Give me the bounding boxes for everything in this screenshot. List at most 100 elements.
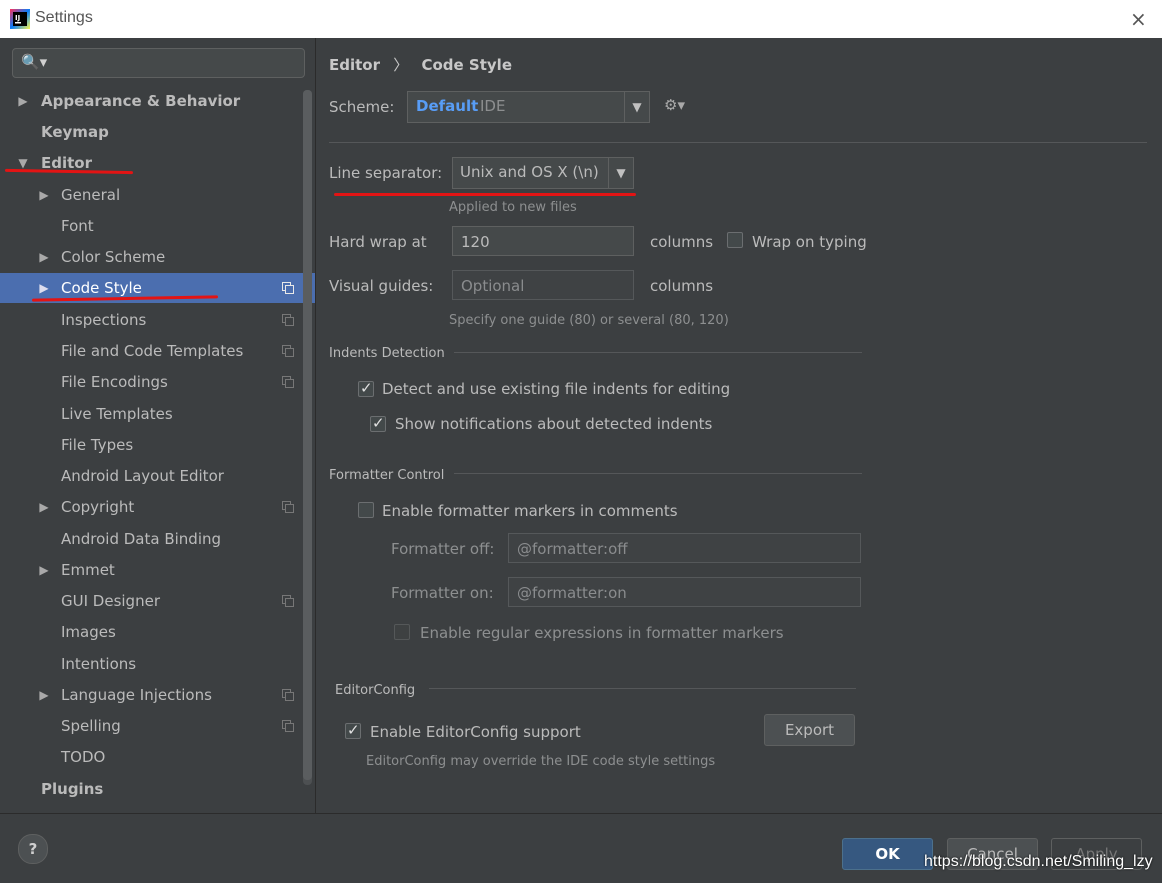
- visual-guides-input[interactable]: Optional: [452, 270, 634, 300]
- formatter-on-input[interactable]: @formatter:on: [508, 577, 861, 607]
- formatter-off-input[interactable]: @formatter:off: [508, 533, 861, 563]
- search-input[interactable]: 🔍▾: [12, 48, 305, 78]
- tree-item-plugins[interactable]: Plugins: [0, 774, 302, 804]
- visual-guides-label: Visual guides:: [329, 277, 434, 295]
- tree-item-color-scheme[interactable]: ▶ Color Scheme: [0, 242, 302, 272]
- tree-item-intentions[interactable]: Intentions: [0, 649, 302, 679]
- tree-item-file-encodings[interactable]: File Encodings: [0, 367, 302, 397]
- line-separator-label: Line separator:: [329, 164, 443, 182]
- enable-formatter-markers-checkbox[interactable]: [358, 502, 374, 518]
- breadcrumb-editor[interactable]: Editor: [329, 56, 380, 74]
- search-icon: 🔍▾: [21, 53, 48, 71]
- project-scope-icon: [282, 720, 294, 732]
- show-notifications-label[interactable]: Show notifications about detected indent…: [395, 415, 712, 433]
- scheme-dropdown[interactable]: Default IDE ▼: [407, 91, 650, 123]
- visual-guides-hint: Specify one guide (80) or several (80, 1…: [449, 313, 729, 328]
- tree-item-images[interactable]: Images: [0, 617, 302, 647]
- tree-item-language-injections[interactable]: ▶ Language Injections: [0, 680, 302, 710]
- editorconfig-title: EditorConfig: [335, 683, 416, 698]
- hard-wrap-unit: columns: [650, 233, 714, 251]
- project-scope-icon: [282, 595, 294, 607]
- tree-item-label: Keymap: [41, 123, 109, 141]
- breadcrumb-separator: 〉: [393, 56, 409, 74]
- tree-item-label: Font: [61, 217, 94, 235]
- project-scope-icon: [282, 376, 294, 388]
- editorconfig-hint: EditorConfig may override the IDE code s…: [366, 754, 716, 769]
- ok-button[interactable]: OK: [842, 838, 933, 870]
- collapse-arrow-icon[interactable]: ▼: [16, 148, 30, 178]
- expand-arrow-icon[interactable]: ▶: [37, 680, 51, 710]
- tree-item-android-layout-editor[interactable]: Android Layout Editor: [0, 461, 302, 491]
- scheme-tag: IDE: [480, 97, 506, 115]
- annotation-underline-line-separator: [334, 193, 636, 196]
- divider: [329, 142, 1147, 143]
- tree-item-label: Intentions: [61, 655, 137, 673]
- tree-item-label: GUI Designer: [61, 592, 160, 610]
- scheme-label: Scheme:: [329, 98, 395, 116]
- detect-indents-label[interactable]: Detect and use existing file indents for…: [382, 380, 730, 398]
- tree-item-file-code-templates[interactable]: File and Code Templates: [0, 336, 302, 366]
- section-divider: [454, 473, 862, 474]
- tree-item-inspections[interactable]: Inspections: [0, 305, 302, 335]
- project-scope-icon: [282, 314, 294, 326]
- indents-detection-title: Indents Detection: [329, 346, 445, 361]
- tree-item-label: Android Data Binding: [61, 530, 222, 548]
- window-title: Settings: [35, 9, 93, 26]
- gear-icon[interactable]: ⚙▾: [664, 96, 685, 114]
- visual-guides-unit: columns: [650, 277, 714, 295]
- enable-formatter-markers-label[interactable]: Enable formatter markers in comments: [382, 502, 678, 520]
- wrap-on-typing-checkbox[interactable]: [727, 232, 743, 248]
- tree-item-editor[interactable]: ▼ Editor: [0, 148, 302, 178]
- detect-indents-checkbox[interactable]: [358, 379, 374, 397]
- show-notifications-checkbox[interactable]: [370, 414, 386, 432]
- tree-item-label: Language Injections: [61, 686, 212, 704]
- tree-item-android-data-binding[interactable]: Android Data Binding: [0, 524, 302, 554]
- tree-item-todo[interactable]: TODO: [0, 742, 302, 772]
- hard-wrap-label: Hard wrap at: [329, 233, 427, 251]
- export-button[interactable]: Export: [764, 714, 855, 746]
- enable-regex-checkbox[interactable]: [394, 624, 410, 640]
- help-icon[interactable]: ?: [18, 834, 48, 864]
- tree-item-font[interactable]: Font: [0, 211, 302, 241]
- tree-item-keymap[interactable]: Keymap: [0, 117, 302, 147]
- tree-item-emmet[interactable]: ▶ Emmet: [0, 555, 302, 585]
- wrap-on-typing-label[interactable]: Wrap on typing: [752, 233, 867, 251]
- hard-wrap-input[interactable]: 120: [452, 226, 634, 256]
- project-scope-icon: [282, 689, 294, 701]
- tree-item-label: Emmet: [61, 561, 115, 579]
- tree-item-label: Android Layout Editor: [61, 467, 224, 485]
- tree-item-label: Live Templates: [61, 405, 173, 423]
- section-divider: [454, 352, 862, 353]
- enable-editorconfig-checkbox[interactable]: [345, 721, 361, 739]
- close-icon[interactable]: ×: [1130, 7, 1147, 31]
- formatter-control-title: Formatter Control: [329, 468, 445, 483]
- window-title-bar: IJ Settings ×: [0, 0, 1162, 38]
- expand-arrow-icon[interactable]: ▶: [16, 86, 30, 116]
- tree-item-label: Copyright: [61, 498, 135, 516]
- tree-item-spelling[interactable]: Spelling: [0, 711, 302, 741]
- formatter-off-label: Formatter off:: [391, 540, 495, 558]
- tree-item-label: File Types: [61, 436, 134, 454]
- tree-item-label: General: [61, 186, 121, 204]
- watermark-text: https://blog.csdn.net/Smiling_lzy: [924, 853, 1153, 870]
- tree-item-live-templates[interactable]: Live Templates: [0, 399, 302, 429]
- tree-item-copyright[interactable]: ▶ Copyright: [0, 492, 302, 522]
- line-separator-dropdown[interactable]: Unix and OS X (\n) ▼: [452, 157, 634, 189]
- enable-regex-label[interactable]: Enable regular expressions in formatter …: [420, 624, 784, 642]
- intellij-logo-icon: IJ: [10, 9, 30, 29]
- tree-item-label: Inspections: [61, 311, 147, 329]
- tree-item-gui-designer[interactable]: GUI Designer: [0, 586, 302, 616]
- expand-arrow-icon[interactable]: ▶: [37, 555, 51, 585]
- expand-arrow-icon[interactable]: ▶: [37, 180, 51, 210]
- tree-item-appearance-behavior[interactable]: ▶ Appearance & Behavior: [0, 86, 302, 116]
- enable-editorconfig-label[interactable]: Enable EditorConfig support: [370, 723, 581, 741]
- tree-item-general[interactable]: ▶ General: [0, 180, 302, 210]
- settings-tree: ▶ Appearance & Behavior Keymap ▼ Editor …: [0, 86, 315, 816]
- tree-item-file-types[interactable]: File Types: [0, 430, 302, 460]
- dialog-footer: ? OK Cancel Apply https://blog.csdn.net/…: [0, 813, 1162, 883]
- tree-item-label: Editor: [41, 154, 92, 172]
- expand-arrow-icon[interactable]: ▶: [37, 492, 51, 522]
- sidebar-scrollbar-thumb[interactable]: [303, 90, 312, 780]
- tree-item-label: File and Code Templates: [61, 342, 244, 360]
- expand-arrow-icon[interactable]: ▶: [37, 242, 51, 272]
